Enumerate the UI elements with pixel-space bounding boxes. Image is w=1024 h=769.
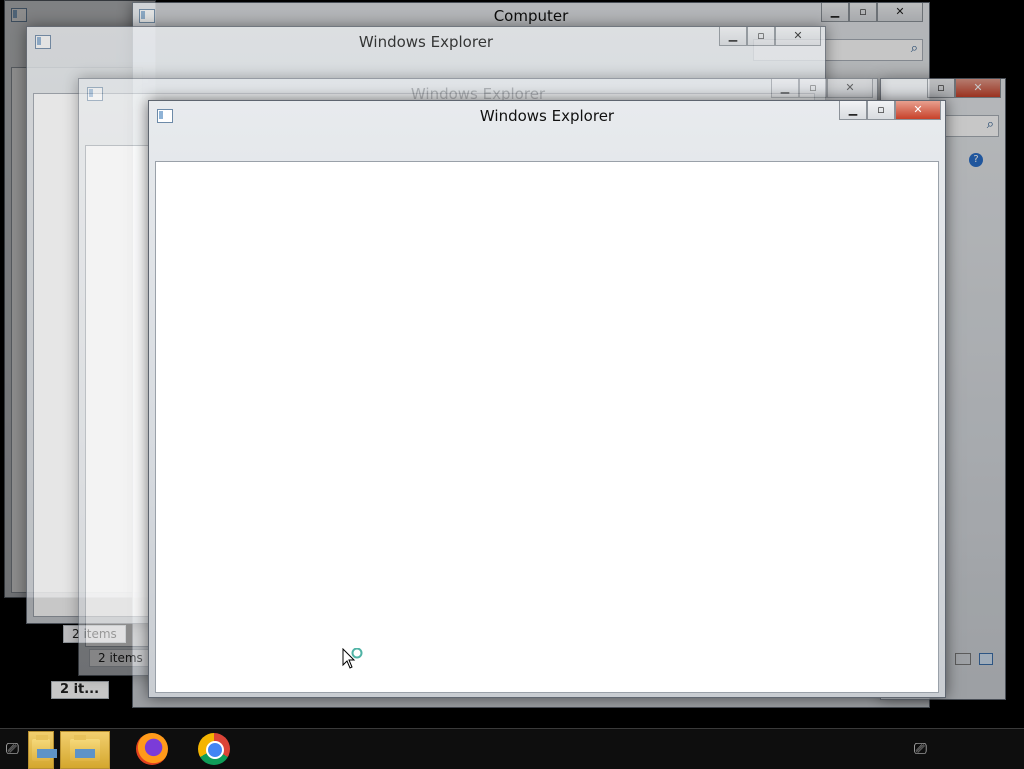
search-input[interactable]: ⌕ (943, 115, 999, 137)
maximize-button[interactable]: ▫ (849, 3, 877, 22)
close-button[interactable]: ✕ (827, 79, 873, 98)
maximize-button[interactable]: ▫ (799, 79, 827, 98)
search-icon: ⌕ (986, 117, 994, 132)
details-view-icon[interactable] (955, 653, 971, 665)
window-title: Windows Explorer (358, 33, 494, 51)
firefox-icon (136, 733, 168, 765)
taskbar-firefox-button[interactable] (132, 731, 172, 767)
maximize-button[interactable]: ▫ (747, 27, 775, 46)
minimize-button[interactable]: ▁ (771, 79, 799, 98)
window-content-pane (155, 161, 939, 693)
chrome-icon (198, 733, 230, 765)
search-icon: ⌕ (910, 41, 918, 56)
status-bar-text: 2 items (89, 649, 152, 667)
minimize-button[interactable]: ▁ (719, 27, 747, 46)
explorer-window-front[interactable]: Windows Explorer ▁ ▫ ✕ (148, 100, 946, 698)
minimize-button[interactable]: ▁ (839, 101, 867, 120)
taskbar: ⎚ ⎚ (0, 728, 1024, 769)
close-button[interactable]: ✕ (895, 101, 941, 120)
busy-cursor-icon (342, 648, 363, 669)
caption-buttons: ▁ ▫ ✕ (839, 101, 941, 121)
folder-icon (70, 735, 100, 761)
show-desktop-icon[interactable]: ⎚ (6, 739, 19, 759)
window-app-icon (11, 8, 27, 22)
taskbar-chrome-button[interactable] (194, 731, 234, 767)
close-button[interactable]: ✕ (877, 3, 923, 22)
taskbar-explorer-button[interactable] (28, 731, 57, 769)
caption-buttons: ▁ ▫ ✕ (821, 3, 923, 23)
taskbar-explorer-button[interactable] (60, 731, 110, 769)
caption-buttons: ▁ ▫ ✕ (719, 27, 821, 47)
close-button[interactable]: ✕ (955, 79, 1001, 98)
minimize-button[interactable]: ▁ (821, 3, 849, 22)
folder-icon (32, 735, 57, 761)
close-button[interactable]: ✕ (775, 27, 821, 46)
help-icon[interactable]: ? (969, 153, 983, 167)
maximize-button[interactable]: ▫ (867, 101, 895, 120)
window-title: Windows Explorer (479, 107, 615, 125)
network-icon[interactable]: ⎚ (914, 739, 927, 759)
status-bar-text: 2 it... (51, 681, 109, 699)
maximize-button[interactable]: ▫ (927, 79, 955, 98)
caption-buttons: ▁ ▫ ✕ (771, 79, 873, 99)
caption-buttons: ▫ ✕ (927, 79, 1001, 99)
tiles-view-icon[interactable] (979, 653, 993, 665)
